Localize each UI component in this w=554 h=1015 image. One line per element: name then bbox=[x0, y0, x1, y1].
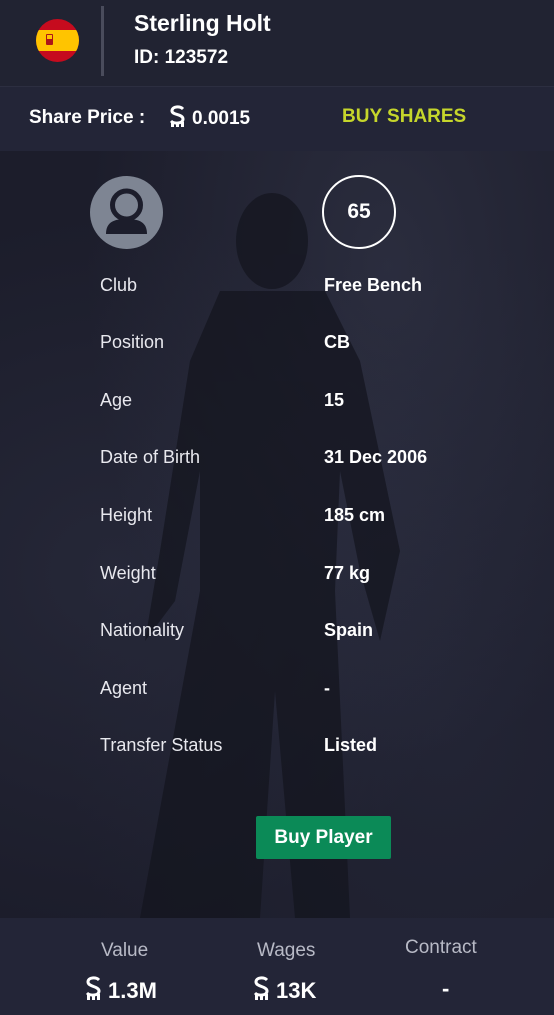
share-price-bar: Share Price : 0.0015 BUY SHARES bbox=[0, 86, 554, 151]
attribute-value: 15 bbox=[324, 390, 345, 410]
header-divider bbox=[101, 6, 104, 76]
attribute-value: Spain bbox=[324, 620, 374, 640]
share-price-value: 0.0015 bbox=[192, 108, 251, 129]
value-amount-text: 1.3M bbox=[108, 978, 157, 1003]
player-profile: 65 Club Free Bench Position CB Age 15 Da… bbox=[0, 151, 554, 918]
player-id: ID: 123572 bbox=[134, 47, 229, 68]
value-amount: 1.3M bbox=[84, 976, 157, 1006]
spain-flag-icon bbox=[36, 19, 79, 62]
attribute-label: Position bbox=[100, 332, 165, 352]
attribute-label: Club bbox=[100, 275, 138, 295]
attribute-value: 77 kg bbox=[324, 563, 371, 583]
share-price-label: Share Price : bbox=[29, 107, 146, 128]
player-rating-badge: 65 bbox=[322, 175, 396, 249]
buy-player-button[interactable]: Buy Player bbox=[256, 816, 391, 859]
attribute-value: - bbox=[324, 678, 330, 698]
attribute-label: Date of Birth bbox=[100, 447, 201, 467]
attribute-row-transfer-status: Transfer Status Listed bbox=[100, 735, 520, 765]
attribute-value: Free Bench bbox=[324, 275, 423, 295]
attribute-row-agent: Agent - bbox=[100, 678, 520, 708]
wages-label: Wages bbox=[257, 940, 316, 961]
value-label: Value bbox=[101, 940, 149, 961]
attribute-value: 185 cm bbox=[324, 505, 386, 525]
player-stats-footer: Value 1.3M Wages 13K Contract - bbox=[0, 918, 554, 1015]
attribute-label: Weight bbox=[100, 563, 156, 583]
share-price: 0.0015 bbox=[168, 105, 250, 133]
wages-amount-text: 13K bbox=[276, 978, 317, 1003]
coin-currency-icon bbox=[168, 105, 188, 133]
attribute-row-age: Age 15 bbox=[100, 390, 520, 420]
attribute-row-club: Club Free Bench bbox=[100, 275, 520, 305]
attribute-label: Nationality bbox=[100, 620, 185, 640]
attribute-row-nationality: Nationality Spain bbox=[100, 620, 520, 650]
attribute-row-height: Height 185 cm bbox=[100, 505, 520, 535]
player-header: Sterling Holt ID: 123572 bbox=[0, 0, 554, 86]
attribute-value: CB bbox=[324, 332, 350, 352]
attribute-label: Height bbox=[100, 505, 153, 525]
contract-label: Contract bbox=[405, 937, 477, 958]
contract-value: - bbox=[442, 976, 450, 1001]
player-name: Sterling Holt bbox=[134, 10, 271, 36]
attribute-row-date-of-birth: Date of Birth 31 Dec 2006 bbox=[100, 447, 520, 477]
attribute-label: Transfer Status bbox=[100, 735, 223, 755]
buy-shares-button[interactable]: BUY SHARES bbox=[342, 106, 466, 128]
attribute-value: Listed bbox=[324, 735, 378, 755]
coin-currency-icon bbox=[84, 976, 104, 1006]
user-avatar-icon bbox=[90, 176, 163, 249]
attribute-label: Age bbox=[100, 390, 133, 410]
attribute-row-position: Position CB bbox=[100, 332, 520, 362]
wages-amount: 13K bbox=[252, 976, 316, 1006]
attribute-label: Agent bbox=[100, 678, 148, 698]
attribute-row-weight: Weight 77 kg bbox=[100, 563, 520, 593]
attribute-value: 31 Dec 2006 bbox=[324, 447, 428, 467]
coin-currency-icon bbox=[252, 976, 272, 1006]
